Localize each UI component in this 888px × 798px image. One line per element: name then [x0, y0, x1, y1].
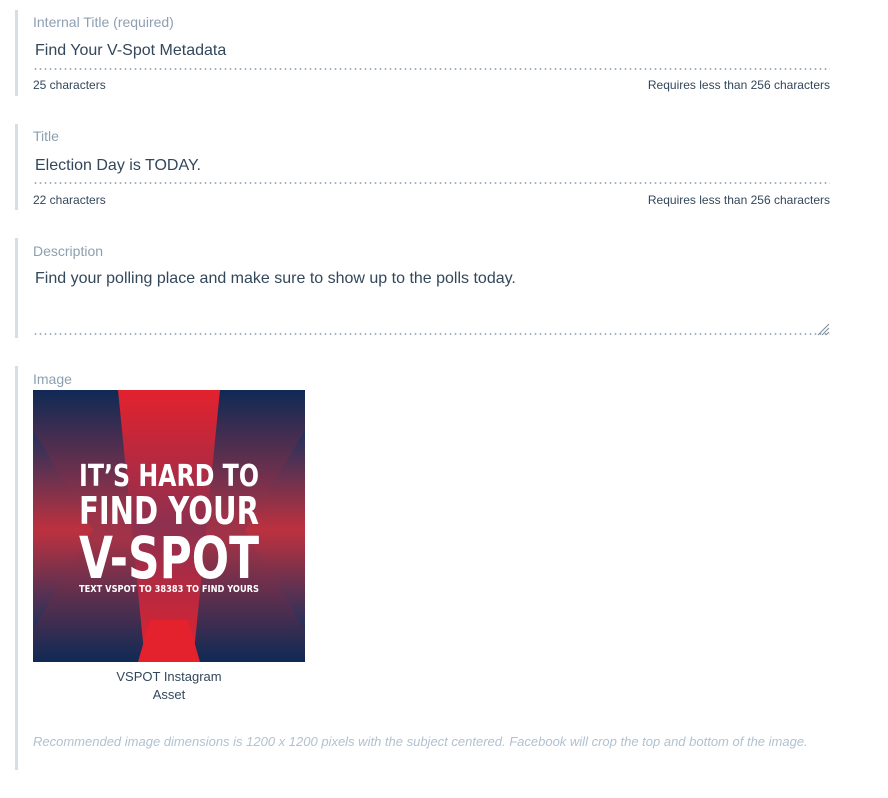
image-caption: VSPOT Instagram Asset [33, 668, 305, 704]
vspot-artwork: IT’S HARD TO FIND YOUR V-SPOT TEXT VSPOT… [33, 390, 305, 662]
title-char-count: 22 characters [33, 193, 106, 207]
internal-title-underline [33, 68, 830, 70]
description-label: Description [33, 243, 104, 259]
internal-title-input[interactable]: Find Your V-Spot Metadata [33, 42, 828, 60]
title-field: Title Election Day is TODAY. 22 characte… [15, 124, 830, 210]
description-field: Description Find your polling place and … [15, 238, 830, 338]
title-label: Title [33, 128, 59, 144]
image-caption-line1: VSPOT Instagram [116, 669, 222, 684]
resize-handle-icon[interactable] [816, 322, 830, 336]
artwork-line4: TEXT VSPOT TO 38383 TO FIND YOURS [79, 584, 259, 595]
title-input[interactable]: Election Day is TODAY. [33, 157, 828, 175]
description-textarea[interactable]: Find your polling place and make sure to… [33, 270, 828, 332]
image-label: Image [33, 371, 72, 387]
internal-title-label: Internal Title (required) [33, 14, 174, 30]
internal-title-char-limit: Requires less than 256 characters [647, 78, 830, 92]
image-caption-line2: Asset [152, 687, 186, 702]
description-underline [33, 333, 830, 335]
internal-title-char-count: 25 characters [33, 78, 106, 92]
internal-title-field: Internal Title (required) Find Your V-Sp… [15, 10, 830, 96]
title-underline [33, 182, 830, 184]
title-char-limit: Requires less than 256 characters [647, 193, 830, 207]
image-thumbnail[interactable]: IT’S HARD TO FIND YOUR V-SPOT TEXT VSPOT… [33, 390, 305, 662]
title-meta: 22 characters Requires less than 256 cha… [33, 193, 830, 207]
artwork-line3: V-SPOT [79, 524, 259, 592]
image-dimensions-hint: Recommended image dimensions is 1200 x 1… [33, 734, 808, 749]
internal-title-meta: 25 characters Requires less than 256 cha… [33, 78, 830, 92]
